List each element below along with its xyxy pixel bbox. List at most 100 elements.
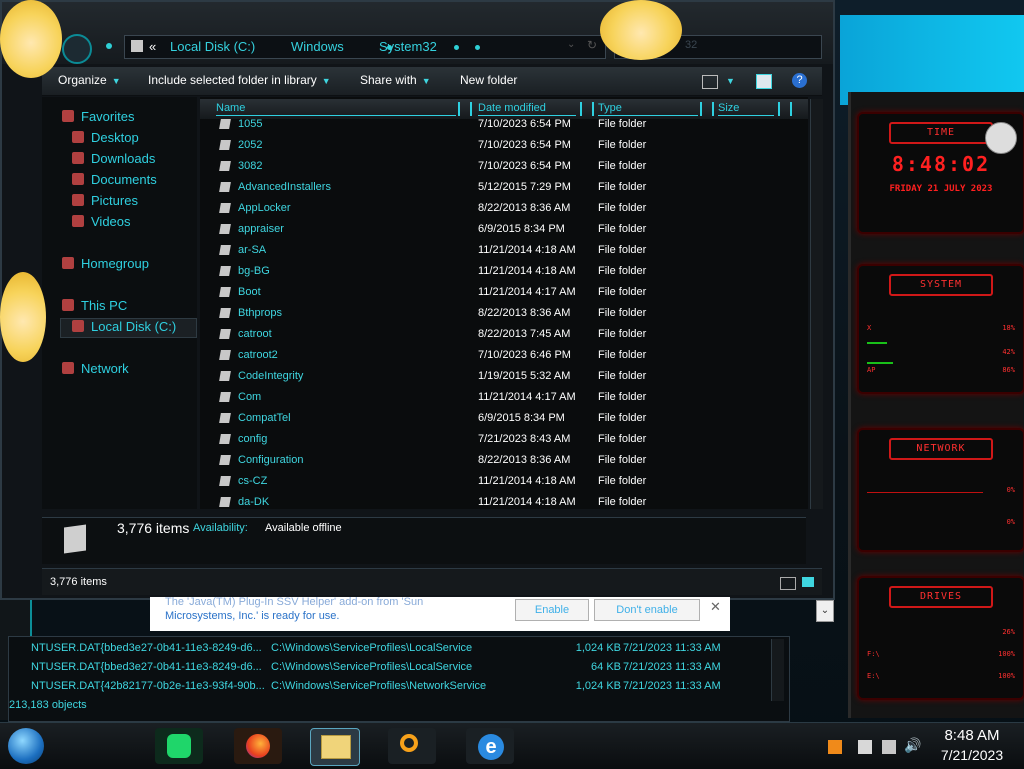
nav-local-disk[interactable]: Local Disk (C:) bbox=[72, 319, 176, 334]
column-type[interactable]: Type bbox=[598, 102, 698, 116]
result-row[interactable]: NTUSER.DAT{bbed3e27-0b41-11e3-8249-d6...… bbox=[31, 642, 781, 660]
result-path: C:\Windows\ServiceProfiles\LocalService bbox=[271, 642, 473, 654]
column-divider[interactable] bbox=[580, 102, 582, 116]
file-row[interactable]: da-DK 11/21/2014 4:18 AM File folder bbox=[200, 492, 808, 509]
column-divider[interactable] bbox=[592, 102, 594, 116]
desktop-icon bbox=[72, 131, 84, 143]
file-row[interactable]: AppLocker 8/22/2013 8:36 AM File folder bbox=[200, 198, 808, 219]
breadcrumb-overflow[interactable]: « bbox=[149, 39, 156, 54]
nav-this-pc[interactable]: This PC bbox=[62, 298, 127, 313]
nav-documents[interactable]: Documents bbox=[72, 172, 157, 187]
star-icon bbox=[62, 110, 74, 122]
refresh-icon[interactable]: ↻ bbox=[587, 38, 597, 52]
file-row[interactable]: CompatTel 6/9/2015 8:34 PM File folder bbox=[200, 408, 808, 429]
file-row[interactable]: AdvancedInstallers 5/12/2015 7:29 PM File … bbox=[200, 177, 808, 198]
taskbar-app-firefox[interactable] bbox=[234, 728, 282, 764]
breadcrumb-windows[interactable]: Windows bbox=[291, 39, 344, 54]
result-row[interactable]: NTUSER.DAT{42b82177-0b2e-11e3-93f4-90b..… bbox=[31, 680, 781, 698]
file-row[interactable]: ar-SA 11/21/2014 4:18 AM File folder bbox=[200, 240, 808, 261]
file-row[interactable]: Boot 11/21/2014 4:17 AM File folder bbox=[200, 282, 808, 303]
explorer-window: « Local Disk (C:) Windows System32 ⌄ ↻ 3… bbox=[0, 0, 835, 600]
vertical-scrollbar[interactable] bbox=[810, 99, 823, 509]
breadcrumb-local-disk[interactable]: Local Disk (C:) bbox=[170, 39, 255, 54]
taskbar-app-ie[interactable]: e bbox=[466, 728, 514, 764]
column-divider[interactable] bbox=[712, 102, 714, 116]
file-row[interactable]: catroot 8/22/2013 7:45 AM File folder bbox=[200, 324, 808, 345]
taskbar-clock-time[interactable]: 8:48 AM bbox=[930, 727, 1014, 744]
file-row[interactable]: 2052 7/10/2023 6:54 PM File folder bbox=[200, 135, 808, 156]
nav-network[interactable]: Network bbox=[62, 361, 129, 376]
file-type: File folder bbox=[598, 244, 647, 256]
volume-icon[interactable]: 🔊 bbox=[904, 737, 921, 754]
result-path: C:\Windows\ServiceProfiles\LocalService bbox=[271, 661, 473, 673]
column-date[interactable]: Date modified bbox=[478, 102, 576, 116]
nav-favorites[interactable]: Favorites bbox=[62, 109, 134, 124]
nav-videos[interactable]: Videos bbox=[72, 214, 131, 229]
file-type: File folder bbox=[598, 160, 647, 172]
nav-homegroup[interactable]: Homegroup bbox=[62, 256, 149, 271]
include-in-library-button[interactable]: Include selected folder in library ▼ bbox=[148, 73, 331, 87]
start-button[interactable] bbox=[8, 728, 44, 764]
column-divider[interactable] bbox=[790, 102, 792, 116]
chevron-down-icon[interactable]: ⌄ bbox=[567, 39, 575, 50]
drive-row: E:\ 100% bbox=[867, 672, 1015, 680]
file-row[interactable]: bg-BG 11/21/2014 4:18 AM File folder bbox=[200, 261, 808, 282]
column-divider[interactable] bbox=[778, 102, 780, 116]
file-row[interactable]: 3082 7/10/2023 6:54 PM File folder bbox=[200, 156, 808, 177]
internet-explorer-icon: e bbox=[478, 734, 504, 760]
details-view-icon[interactable] bbox=[780, 577, 796, 590]
gadget-time-card: TIME 8:48:02 FRIDAY 21 JULY 2023 bbox=[857, 112, 1024, 234]
share-with-button[interactable]: Share with ▼ bbox=[360, 73, 431, 87]
folder-icon bbox=[219, 392, 231, 402]
file-row[interactable]: Configuration 8/22/2013 8:36 AM File folde… bbox=[200, 450, 808, 471]
file-row[interactable]: catroot2 7/10/2023 6:46 PM File folder bbox=[200, 345, 808, 366]
enable-button[interactable]: Enable bbox=[515, 599, 589, 621]
dont-enable-button[interactable]: Don't enable bbox=[594, 599, 700, 621]
file-row[interactable]: Bthprops 8/22/2013 8:36 AM File folder bbox=[200, 303, 808, 324]
file-type: File folder bbox=[598, 496, 647, 508]
nav-pictures[interactable]: Pictures bbox=[72, 193, 138, 208]
address-bar[interactable]: « Local Disk (C:) Windows System32 ⌄ ↻ bbox=[124, 35, 606, 59]
file-type: File folder bbox=[598, 181, 647, 193]
file-type: File folder bbox=[598, 433, 647, 445]
breadcrumb-system32[interactable]: System32 bbox=[379, 39, 437, 54]
organize-button[interactable]: Organize ▼ bbox=[58, 73, 121, 87]
file-date: 7/10/2023 6:54 PM bbox=[478, 160, 571, 172]
vertical-scrollbar[interactable] bbox=[771, 639, 784, 701]
close-icon[interactable]: ✕ bbox=[710, 599, 721, 615]
column-divider[interactable] bbox=[700, 102, 702, 116]
large-icons-view-icon[interactable] bbox=[802, 577, 814, 587]
column-size[interactable]: Size bbox=[718, 102, 774, 116]
file-date: 7/10/2023 6:46 PM bbox=[478, 349, 571, 361]
result-row[interactable]: NTUSER.DAT{bbed3e27-0b41-11e3-8249-d6...… bbox=[31, 661, 781, 679]
taskbar-app-search[interactable] bbox=[388, 728, 436, 764]
chevron-down-icon[interactable]: ▼ bbox=[726, 76, 735, 86]
taskbar-app-chat[interactable] bbox=[155, 728, 203, 764]
view-options-icon[interactable] bbox=[702, 75, 718, 89]
column-divider[interactable] bbox=[470, 102, 472, 116]
nav-downloads[interactable]: Downloads bbox=[72, 151, 155, 166]
gadget-system-card: SYSTEM X 18% 42% AP 86% bbox=[857, 264, 1024, 394]
help-icon[interactable]: ? bbox=[792, 73, 807, 88]
column-divider[interactable] bbox=[458, 102, 460, 116]
taskbar-clock-date[interactable]: 7/21/2023 bbox=[930, 747, 1014, 763]
file-row[interactable]: cs-CZ 11/21/2014 4:18 AM File folder bbox=[200, 471, 808, 492]
file-row[interactable]: appraiser 6/9/2015 8:34 PM File folder bbox=[200, 219, 808, 240]
file-row[interactable]: config 7/21/2023 8:43 AM File folder bbox=[200, 429, 808, 450]
tray-app-icon[interactable] bbox=[828, 740, 842, 754]
chevron-down-icon[interactable]: ⌄ bbox=[816, 600, 834, 622]
network-tray-icon[interactable] bbox=[882, 740, 896, 754]
action-center-icon[interactable] bbox=[858, 740, 872, 754]
taskbar-app-explorer[interactable] bbox=[310, 728, 360, 766]
homegroup-icon bbox=[62, 257, 74, 269]
preview-pane-icon[interactable] bbox=[756, 74, 772, 89]
back-button[interactable] bbox=[62, 34, 92, 64]
column-name[interactable]: Name bbox=[216, 102, 456, 116]
file-type: File folder bbox=[598, 475, 647, 487]
new-folder-button[interactable]: New folder bbox=[460, 73, 517, 87]
file-name: Bthprops bbox=[238, 307, 283, 319]
file-row[interactable]: Com 11/21/2014 4:17 AM File folder bbox=[200, 387, 808, 408]
videos-icon bbox=[72, 215, 84, 227]
nav-desktop[interactable]: Desktop bbox=[72, 130, 139, 145]
file-row[interactable]: CodeIntegrity 1/19/2015 5:32 AM File folde… bbox=[200, 366, 808, 387]
